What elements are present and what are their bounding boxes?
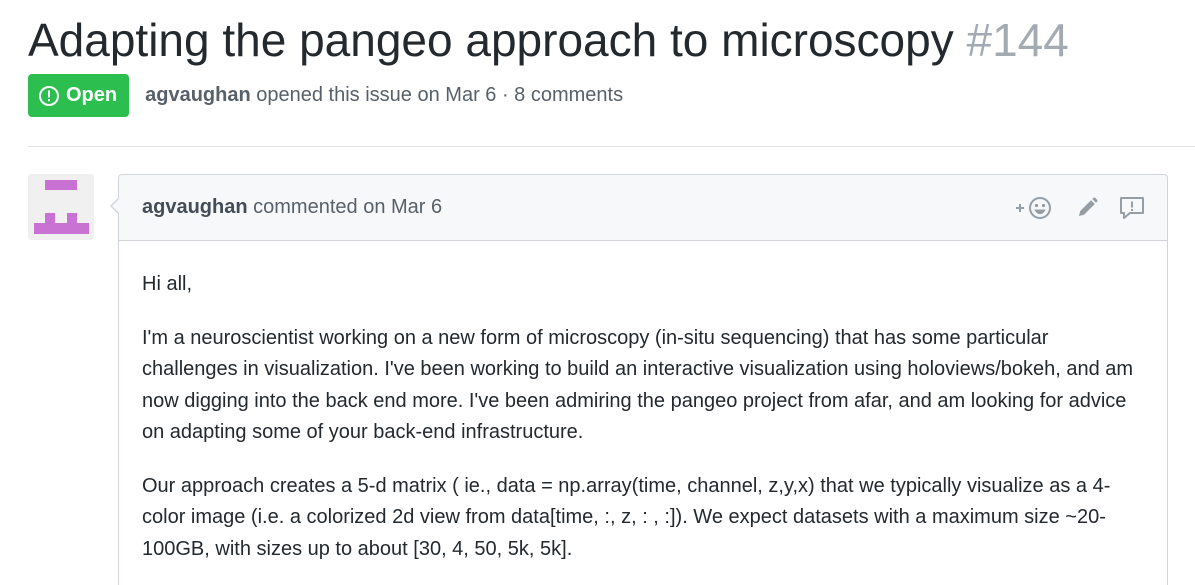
comment-paragraph: I'm a neuroscientist working on a new fo…: [142, 326, 1134, 444]
issue-author-link[interactable]: agvaughan: [145, 84, 251, 106]
comment-date-text: commented on Mar 6: [253, 196, 443, 218]
issue-title: Adapting the pangeo approach to microsco…: [28, 12, 1069, 68]
comment-paragraph: Our approach creates a 5-d matrix ( ie.,…: [142, 474, 1111, 560]
comment-paragraph: Hi all,: [142, 273, 193, 295]
issue-state-badge: Open: [28, 74, 130, 117]
comment-actions: [1013, 195, 1145, 221]
issue-opened-text: opened this issue on Mar 6 · 8 comments: [256, 84, 624, 106]
comment-author-link[interactable]: agvaughan: [142, 196, 248, 218]
add-reaction-icon[interactable]: [1013, 195, 1055, 221]
issue-title-text: Adapting the pangeo approach to microsco…: [28, 14, 954, 66]
comment-byline: agvaughan commented on Mar 6: [142, 196, 442, 219]
issue-page: Adapting the pangeo approach to microsco…: [0, 0, 1195, 585]
comment-box: agvaughan commented on Mar 6 Hi all, I'm…: [110, 174, 1168, 585]
comment-header: agvaughan commented on Mar 6: [119, 175, 1167, 241]
header-divider: [28, 146, 1195, 147]
report-icon[interactable]: [1119, 195, 1145, 221]
comment-body: Hi all, I'm a neuroscientist working on …: [119, 241, 1167, 565]
pencil-icon[interactable]: [1075, 196, 1099, 220]
avatar[interactable]: [28, 174, 94, 240]
issue-number: #144: [966, 14, 1069, 66]
issue-meta-text: agvaughan opened this issue on Mar 6 · 8…: [145, 84, 623, 107]
issue-meta: Open agvaughan opened this issue on Mar …: [28, 74, 623, 117]
issue-state-label: Open: [66, 84, 118, 106]
issue-opened-icon: [38, 85, 60, 107]
